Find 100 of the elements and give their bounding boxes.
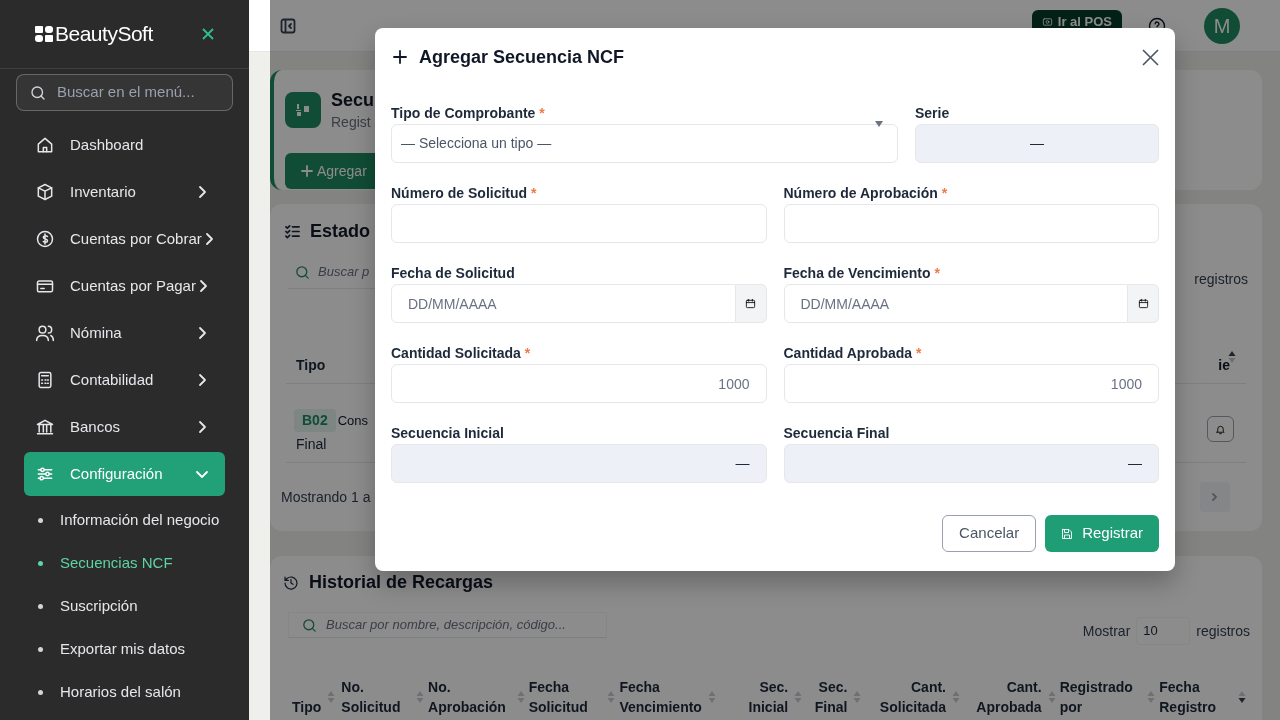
submit-button[interactable]: Registrar: [1045, 515, 1159, 552]
field-label: Fecha de Vencimiento *: [783, 264, 941, 283]
page-size-label: Mostrar: [1082, 621, 1131, 641]
sidebar-item[interactable]: Bancos: [24, 405, 225, 449]
number-field[interactable]: 1000: [391, 364, 767, 403]
plus-icon: [301, 165, 313, 177]
cancel-button[interactable]: Cancelar: [942, 515, 1037, 552]
home-icon: [35, 135, 55, 155]
sidebar-item[interactable]: Nómina: [24, 311, 225, 355]
save-icon: [1061, 527, 1074, 540]
field-label: Número de Aprobación *: [783, 184, 949, 203]
card-title: Historial de Recargas: [309, 571, 494, 594]
pagination-info: Mostrando 1 a: [281, 487, 371, 507]
sliders-icon: [35, 464, 55, 484]
field-label: Secuencia Final: [783, 424, 891, 443]
column-header[interactable]: Fecha Solicitud: [528, 677, 602, 717]
bullet-icon: [38, 604, 43, 609]
dollar-icon: [35, 229, 55, 249]
page-title: Secu: [331, 89, 375, 112]
sidebar-item[interactable]: Dashboard: [24, 123, 225, 167]
page-size-label: registros: [1196, 621, 1250, 641]
calendar-button[interactable]: [1128, 284, 1159, 323]
field-label: Serie: [915, 104, 951, 123]
sort-icon[interactable]: [1238, 690, 1246, 704]
close-icon[interactable]: [1142, 48, 1159, 66]
readonly-field: —: [391, 444, 767, 483]
column-header[interactable]: Fecha Registro: [1159, 677, 1232, 717]
field-label: Tipo de Comprobante *: [391, 104, 546, 123]
search-icon: [294, 263, 311, 281]
column-header[interactable]: No. Aprobación: [428, 677, 511, 717]
number-field[interactable]: 1000: [783, 364, 1159, 403]
submenu-item[interactable]: Horarios del salón: [0, 671, 249, 714]
brand-name: BeautySoft: [55, 21, 153, 48]
calendar-icon: [745, 298, 756, 309]
text-field[interactable]: [391, 204, 767, 243]
table-search-field[interactable]: Buscar por nombre, descripción, código...: [288, 612, 607, 638]
type-badge: B02: [294, 409, 336, 432]
readonly-field: —: [915, 124, 1159, 163]
field-label: Cantidad Aprobada *: [783, 344, 923, 363]
column-header[interactable]: Sec. Inicial: [719, 677, 789, 717]
column-header[interactable]: ie: [1218, 355, 1230, 376]
modal-title: Agregar Secuencia NCF: [419, 45, 625, 69]
plus-icon: [393, 50, 407, 64]
sidebar-item[interactable]: Inventario: [24, 170, 225, 214]
submenu-item[interactable]: Exportar mis datos: [0, 628, 249, 671]
calendar-button[interactable]: [735, 284, 767, 323]
date-field[interactable]: DD/MM/AAAA: [783, 284, 1128, 323]
logo-icon: [35, 26, 53, 42]
bullet-icon: [38, 518, 43, 523]
sidebar-item[interactable]: Cuentas por Pagar: [24, 264, 225, 308]
column-header[interactable]: Tipo: [292, 697, 322, 717]
bell-button[interactable]: [1207, 416, 1234, 442]
users-icon: [35, 323, 55, 343]
field-label: Secuencia Inicial: [391, 424, 505, 443]
search-icon: [301, 616, 318, 634]
user-avatar[interactable]: M: [1204, 7, 1240, 44]
bullet-icon: [38, 561, 43, 566]
column-header[interactable]: Fecha Vencimiento: [619, 677, 702, 717]
next-page-button[interactable]: [1200, 482, 1230, 512]
numbers-icon: [285, 92, 321, 128]
chevron-right-icon: [1211, 493, 1219, 501]
submenu-item[interactable]: Secuencias NCF: [0, 542, 249, 585]
search-icon: [29, 83, 47, 102]
caret-icon: [875, 121, 883, 127]
submenu-item[interactable]: Suscripción: [0, 585, 249, 628]
sort-icon[interactable]: [1228, 350, 1236, 364]
page-size-field[interactable]: 10: [1136, 617, 1191, 645]
table-cell-text: Final: [296, 435, 328, 454]
page-subtitle: Regist: [331, 113, 372, 132]
column-header[interactable]: Sec. Final: [806, 677, 848, 717]
page-size-label: registros: [1194, 270, 1248, 289]
box-icon: [35, 182, 55, 202]
bell-icon: [1215, 423, 1226, 435]
column-header[interactable]: Tipo: [296, 355, 326, 376]
menu-search-field[interactable]: Buscar en el menú...: [16, 74, 233, 111]
bullet-icon: [38, 690, 43, 695]
readonly-field: —: [783, 444, 1159, 483]
sidebar-item[interactable]: Cuentas por Cobrar: [24, 217, 225, 261]
column-header[interactable]: Cant. Solicitada: [865, 677, 946, 717]
sidebar-toggle-icon[interactable]: [280, 17, 296, 34]
date-field[interactable]: DD/MM/AAAA: [391, 284, 736, 323]
close-icon[interactable]: [201, 27, 215, 41]
calendar-icon: [1137, 298, 1149, 309]
calculator-icon: [35, 370, 55, 390]
column-header[interactable]: Cant. Aprobada: [964, 677, 1042, 717]
submenu-item[interactable]: Información del negocio: [0, 499, 249, 542]
column-header[interactable]: Registrado por: [1059, 677, 1142, 717]
text-field[interactable]: [783, 204, 1159, 243]
field-label: Fecha de Solicitud: [391, 264, 516, 283]
table-cell-text: Cons: [337, 411, 369, 430]
bullet-icon: [38, 647, 43, 652]
type-select[interactable]: — Selecciona un tipo —: [391, 124, 898, 163]
sidebar-item[interactable]: Contabilidad: [24, 358, 225, 402]
field-label: Cantidad Solicitada *: [391, 344, 532, 363]
checklist-icon: [285, 224, 300, 239]
bank-icon: [35, 417, 55, 437]
column-header[interactable]: No. Solicitud: [341, 677, 411, 717]
history-icon: [283, 574, 299, 591]
sidebar-item[interactable]: Configuración: [24, 452, 225, 496]
card-title: Estado: [310, 220, 370, 243]
